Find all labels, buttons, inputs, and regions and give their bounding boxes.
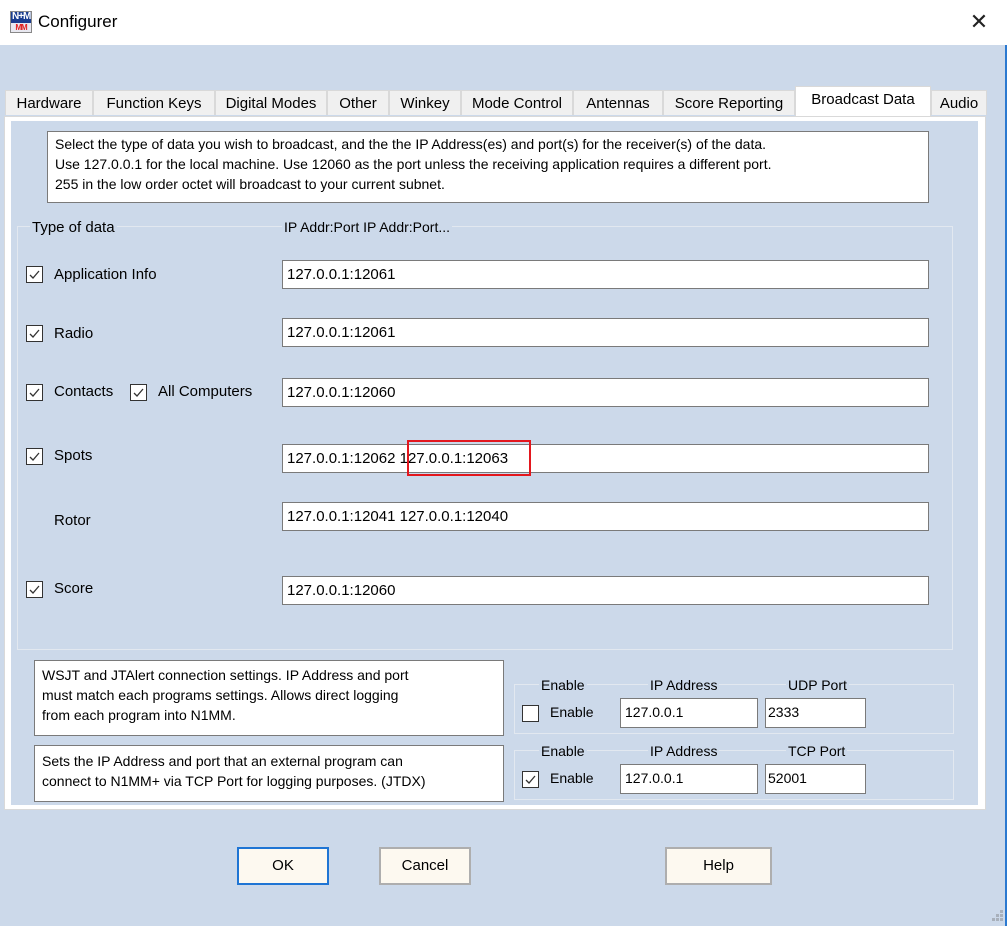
n1mm-logo-icon: N+M MM — [10, 11, 32, 33]
wsjt-enable-header: Enable — [539, 677, 587, 693]
tcp-port-header: TCP Port — [786, 743, 848, 759]
radio-checkbox[interactable] — [26, 325, 43, 342]
tcp-port-input[interactable]: 52001 — [765, 764, 866, 794]
title-bar: N+M MM Configurer ✕ — [0, 0, 1007, 45]
instructions-line: Select the type of data you wish to broa… — [55, 136, 767, 152]
contacts-checkbox[interactable] — [26, 384, 43, 401]
spots-address-input[interactable]: 127.0.0.1:12062 127.0.0.1:12063 — [282, 444, 929, 473]
tab-broadcast-data[interactable]: Broadcast Data — [795, 86, 931, 116]
tcp-ip-input[interactable]: 127.0.0.1 — [620, 764, 758, 794]
rotor-address-input[interactable]: 127.0.0.1:12041 127.0.0.1:12040 — [282, 502, 929, 531]
instructions-box: Select the type of data you wish to broa… — [47, 131, 929, 203]
application-info-label: Application Info — [54, 266, 157, 283]
resize-grip-icon[interactable] — [991, 910, 1003, 922]
rotor-label: Rotor — [54, 512, 91, 529]
ip-addr-port-header: IP Addr:Port IP Addr:Port... — [282, 219, 453, 235]
tab-audio[interactable]: Audio — [931, 90, 987, 115]
spots-address-part1: 127.0.0.1:12062 — [287, 450, 396, 467]
instructions-line: Use 127.0.0.1 for the local machine. Use… — [55, 156, 772, 172]
application-info-checkbox[interactable] — [26, 266, 43, 283]
score-label: Score — [54, 580, 94, 597]
ok-button[interactable]: OK — [237, 847, 329, 885]
wsjt-enable-label: Enable — [550, 704, 594, 720]
tcp-description-box: Sets the IP Address and port that an ext… — [34, 745, 504, 802]
radio-address-input[interactable]: 127.0.0.1:12061 — [282, 318, 929, 347]
wsjt-description-line: must match each programs settings. Allow… — [42, 687, 399, 703]
contacts-address-input[interactable]: 127.0.0.1:12060 — [282, 378, 929, 407]
spots-checkbox[interactable] — [26, 448, 43, 465]
contacts-label: Contacts — [54, 383, 114, 400]
help-button[interactable]: Help — [665, 847, 772, 885]
wsjt-ip-header: IP Address — [648, 677, 720, 693]
tab-winkey[interactable]: Winkey — [389, 90, 461, 115]
wsjt-port-header: UDP Port — [786, 677, 849, 693]
type-of-data-header: Type of data — [30, 219, 117, 236]
tcp-description-line: Sets the IP Address and port that an ext… — [42, 753, 403, 769]
spots-label: Spots — [54, 447, 93, 464]
tab-other[interactable]: Other — [327, 90, 389, 115]
tcp-enable-checkbox[interactable] — [522, 771, 539, 788]
window-title: Configurer — [38, 12, 118, 31]
wsjt-description-line: from each program into N1MM. — [42, 707, 236, 723]
tab-score-reporting[interactable]: Score Reporting — [663, 90, 795, 115]
wsjt-ip-input[interactable]: 127.0.0.1 — [620, 698, 758, 728]
wsjt-description-box: WSJT and JTAlert connection settings. IP… — [34, 660, 504, 736]
instructions-line: 255 in the low order octet will broadcas… — [55, 176, 445, 192]
wsjt-udp-port-input[interactable]: 2333 — [765, 698, 866, 728]
tab-function-keys[interactable]: Function Keys — [93, 90, 215, 115]
tab-digital-modes[interactable]: Digital Modes — [215, 90, 327, 115]
all-computers-label: All Computers — [158, 383, 253, 400]
tcp-enable-label: Enable — [550, 770, 594, 786]
tab-mode-control[interactable]: Mode Control — [461, 90, 573, 115]
cancel-button[interactable]: Cancel — [379, 847, 471, 885]
score-address-input[interactable]: 127.0.0.1:12060 — [282, 576, 929, 605]
score-checkbox[interactable] — [26, 581, 43, 598]
tab-hardware[interactable]: Hardware — [5, 90, 93, 115]
wsjt-description-line: WSJT and JTAlert connection settings. IP… — [42, 667, 409, 683]
highlight-box — [407, 440, 531, 476]
close-icon[interactable]: ✕ — [967, 10, 991, 34]
all-computers-checkbox[interactable] — [130, 384, 147, 401]
application-info-address-input[interactable]: 127.0.0.1:12061 — [282, 260, 929, 289]
tcp-ip-header: IP Address — [648, 743, 720, 759]
radio-label: Radio — [54, 325, 94, 342]
tab-antennas[interactable]: Antennas — [573, 90, 663, 115]
wsjt-enable-checkbox[interactable] — [522, 705, 539, 722]
tcp-enable-header: Enable — [539, 743, 587, 759]
tcp-description-line: connect to N1MM+ via TCP Port for loggin… — [42, 773, 426, 789]
